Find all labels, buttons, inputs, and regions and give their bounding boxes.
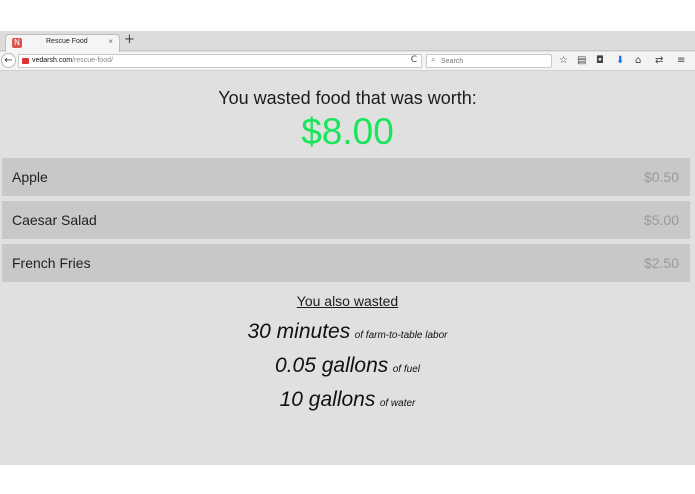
favicon-icon: N	[12, 38, 22, 48]
stat-value: 0.05 gallons	[275, 354, 389, 377]
stat-unit: of fuel	[392, 364, 420, 375]
site-identity-icon	[22, 58, 29, 64]
total-value: $8.00	[301, 111, 394, 152]
item-name: French Fries	[12, 255, 91, 271]
reload-icon[interactable]: C	[411, 55, 417, 65]
food-item-row: Caesar Salad $5.00	[2, 201, 690, 239]
stat-water: 10 gallons of water	[0, 388, 695, 412]
download-icon[interactable]: ⬇	[616, 54, 624, 68]
stat-unit: of water	[379, 398, 416, 409]
item-price: $5.00	[643, 212, 679, 228]
url-domain: vedarsh.com	[32, 57, 73, 64]
search-box[interactable]: ⌕	[426, 54, 552, 68]
stat-value: 10 gallons	[279, 388, 376, 411]
item-name: Apple	[12, 169, 48, 185]
close-tab-icon[interactable]: ×	[108, 37, 113, 46]
pocket-icon[interactable]: ◘	[596, 54, 604, 68]
back-icon: ←	[4, 55, 13, 66]
tab-strip: N Rescue Food × +	[0, 31, 695, 52]
item-price: $2.50	[643, 255, 679, 271]
back-button[interactable]: ←	[1, 53, 16, 68]
food-item-row: Apple $0.50	[2, 158, 690, 196]
url-text: vedarsh.com/rescue-food/	[32, 57, 113, 64]
also-wasted-heading: You also wasted	[296, 293, 399, 309]
tab-title: Rescue Food	[46, 38, 88, 45]
tab-rescue-food[interactable]: N Rescue Food ×	[5, 34, 120, 52]
stat-unit: of farm-to-table labor	[354, 330, 448, 341]
stat-fuel: 0.05 gallons of fuel	[0, 354, 695, 378]
stat-value: 30 minutes	[247, 320, 351, 343]
item-name: Caesar Salad	[12, 212, 97, 228]
new-tab-button[interactable]: +	[124, 33, 135, 47]
search-icon: ⌕	[431, 55, 436, 64]
clipboard-icon[interactable]: ▤	[577, 54, 586, 68]
star-icon[interactable]: ☆	[559, 54, 568, 68]
search-input[interactable]	[441, 56, 549, 67]
food-item-row: French Fries $2.50	[2, 244, 690, 282]
item-price: $0.50	[643, 169, 679, 185]
page-headline: You wasted food that was worth:	[218, 88, 477, 108]
home-icon[interactable]: ⌂	[635, 54, 641, 68]
url-path: /rescue-food/	[72, 57, 113, 64]
browser-window: N Rescue Food × + ← vedarsh.com/rescue-f…	[0, 31, 695, 465]
url-bar[interactable]: vedarsh.com/rescue-food/ C	[18, 54, 422, 68]
navigation-toolbar: ← vedarsh.com/rescue-food/ C ⌕ ☆ ▤ ◘ ⬇ ⌂…	[0, 52, 695, 71]
sync-icon[interactable]: ⇄	[655, 54, 663, 68]
menu-icon[interactable]: ≡	[677, 54, 685, 68]
stat-labor: 30 minutes of farm-to-table labor	[0, 320, 695, 344]
